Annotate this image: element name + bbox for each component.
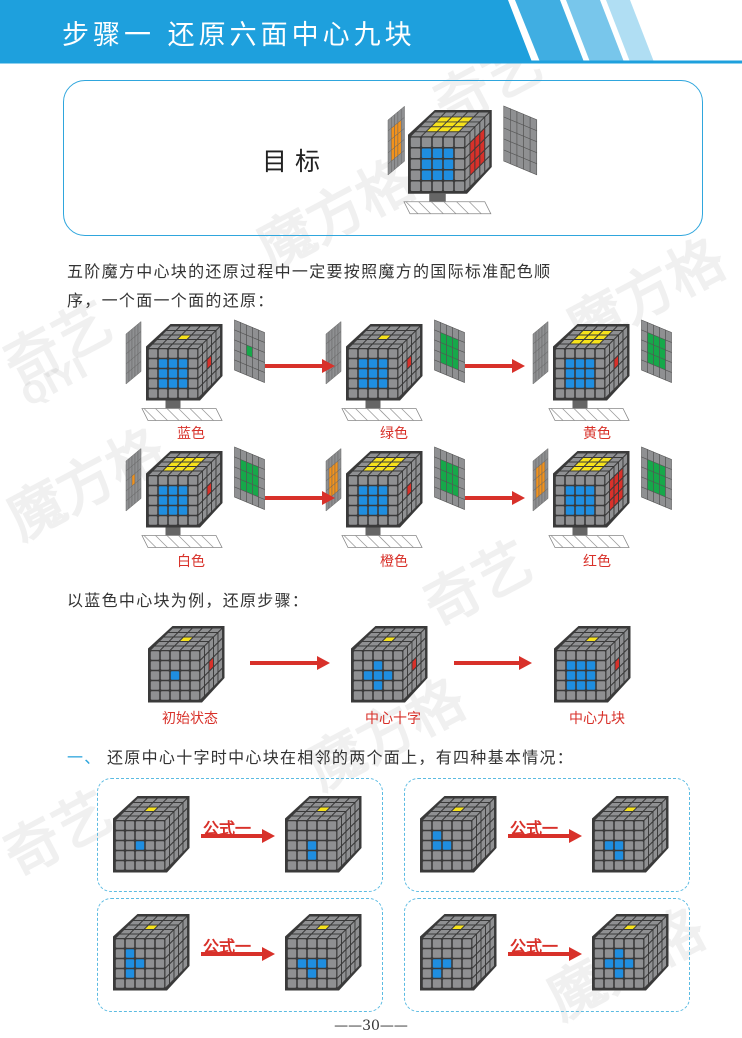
example-text: 以蓝色中心块为例，还原步骤： <box>67 591 310 610</box>
arrow-right-icon <box>250 656 330 670</box>
intro-text-line1: 五阶魔方中心块的还原过程中一定要按照魔方的国际标准配色顺 <box>67 262 552 281</box>
intro-text-line2: 序，一个面一个面的还原： <box>67 291 275 310</box>
arrow-right-icon <box>265 491 335 505</box>
arrow-right-icon <box>265 359 335 373</box>
caption-green: 绿色 <box>380 426 408 442</box>
cube-icon <box>325 446 465 548</box>
goal-label: 目标 <box>262 147 329 176</box>
caption-yellow: 黄色 <box>583 426 611 442</box>
cube-icon <box>325 319 465 421</box>
cube-icon <box>285 914 362 991</box>
cube-icon <box>592 914 669 991</box>
arrow-right-icon <box>465 491 525 505</box>
cube-icon <box>125 319 265 421</box>
color-order-figure <box>125 319 672 548</box>
goal-cube-figure <box>387 105 538 215</box>
cube-icon <box>532 446 672 548</box>
steps-figure <box>148 626 631 703</box>
cube-icon <box>532 319 672 421</box>
caption-blue: 蓝色 <box>177 426 205 442</box>
page-number: ——30—— <box>334 1018 408 1034</box>
formula-label-4: 公式一 <box>510 937 559 956</box>
formula-label-1: 公式一 <box>203 819 252 838</box>
case-number: 一、 <box>67 748 102 767</box>
caption-step-initial: 初始状态 <box>162 711 218 727</box>
caption-step-cross: 中心十字 <box>365 711 421 727</box>
arrow-right-icon <box>465 359 525 373</box>
caption-orange: 橙色 <box>380 554 408 570</box>
cube-icon <box>148 626 225 703</box>
cube-icon <box>113 914 190 991</box>
caption-white: 白色 <box>177 554 205 570</box>
case-text: 还原中心十字时中心块在相邻的两个面上，有四种基本情况： <box>107 748 575 767</box>
cube-icon <box>554 626 631 703</box>
caption-step-nine: 中心九块 <box>569 711 625 727</box>
watermark: QIYI <box>15 350 94 415</box>
formula-label-2: 公式一 <box>510 819 559 838</box>
cube-icon <box>420 914 497 991</box>
cube-icon <box>285 796 362 873</box>
cube-icon <box>351 626 428 703</box>
cube-icon <box>113 796 190 873</box>
cube-icon <box>125 446 265 548</box>
cube-icon <box>387 105 538 215</box>
cube-icon <box>420 796 497 873</box>
caption-red: 红色 <box>583 554 611 570</box>
formula-label-3: 公式一 <box>203 937 252 956</box>
cube-icon <box>592 796 669 873</box>
page-title: 步骤一 还原六面中心九块 <box>62 20 416 51</box>
arrow-right-icon <box>454 656 532 670</box>
cases-figure <box>113 796 669 991</box>
